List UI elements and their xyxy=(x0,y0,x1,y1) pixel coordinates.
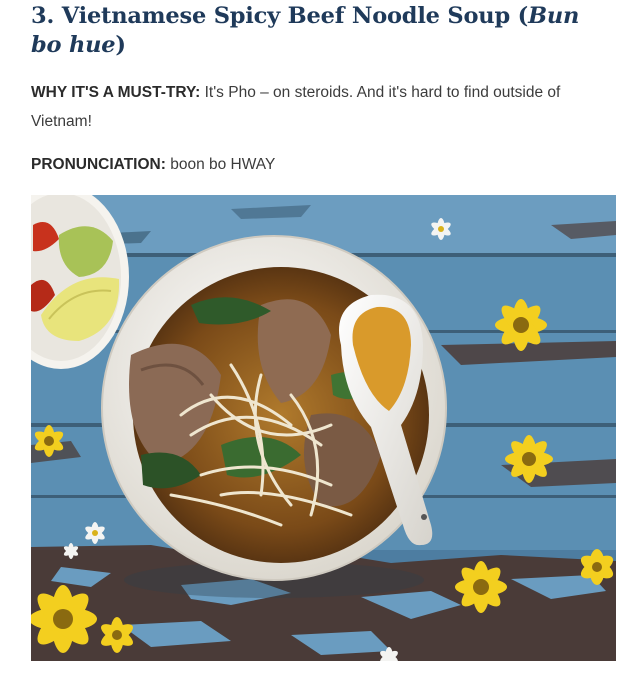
soup-photo xyxy=(31,195,616,661)
dish-number: 3. xyxy=(31,3,55,29)
dish-heading: 3. Vietnamese Spicy Beef Noodle Soup (Bu… xyxy=(31,2,616,60)
why-label: WHY IT'S A MUST-TRY: xyxy=(31,84,201,101)
dish-title: Vietnamese Spicy Beef Noodle Soup xyxy=(61,3,510,29)
why-must-try: WHY IT'S A MUST-TRY: It's Pho – on stero… xyxy=(31,78,616,136)
dish-local-name-open: ( xyxy=(517,3,529,29)
dish-local-name-close: ) xyxy=(115,32,126,58)
pronunciation-text: boon bo HWAY xyxy=(170,156,276,173)
pronunciation: PRONUNCIATION: boon bo HWAY xyxy=(31,150,616,179)
pronunciation-label: PRONUNCIATION: xyxy=(31,156,166,173)
